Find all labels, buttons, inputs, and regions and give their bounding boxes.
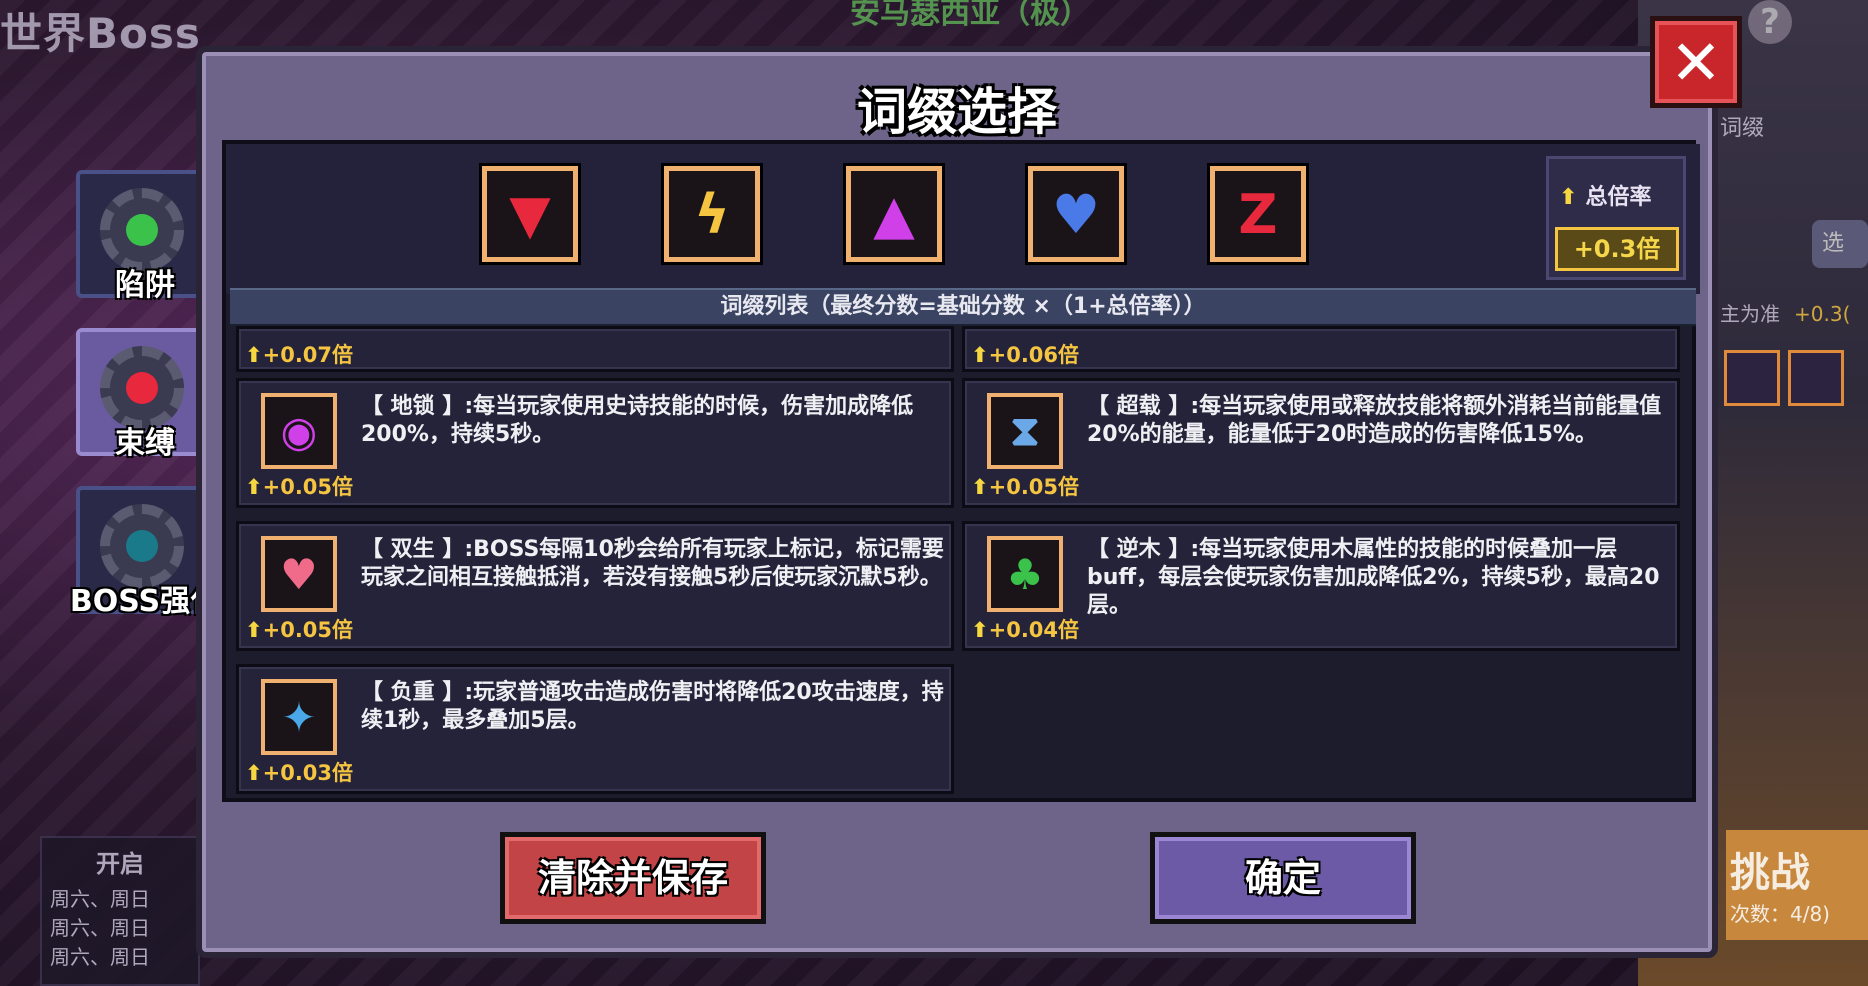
rule-label: 主为准 — [1720, 302, 1780, 326]
broken-heart-icon: ♥ — [1051, 182, 1101, 246]
clear-and-save-button[interactable]: 清除并保存 — [500, 832, 766, 924]
multiplier-label-text: 总倍率 — [1585, 185, 1652, 210]
select-button[interactable]: 选 — [1812, 220, 1868, 268]
tree-icon: ♣ — [987, 536, 1063, 612]
affix-list[interactable]: ⬆+0.07倍 ⬆+0.06倍 ◉ 【 地锁 】:每当玩家使用史诗技能的时候，伤… — [236, 326, 1690, 796]
affix-card-reverse-wood[interactable]: ♣ 【 逆木 】:每当玩家使用木属性的技能的时候叠加一层buff，每层会使玩家伤… — [962, 521, 1680, 651]
modal-title: 词缀选择 — [857, 83, 1057, 141]
background-affix-icons — [1724, 350, 1844, 406]
affix-bonus: ⬆+0.04倍 — [971, 614, 1079, 644]
tab-trap[interactable]: 陷阱 — [76, 170, 204, 303]
schedule-row: 周六、周日 — [50, 887, 150, 911]
rule-value: +0.3( — [1794, 302, 1851, 326]
affix-slot-5[interactable]: Z — [1210, 166, 1306, 262]
bg-affix-icon — [1724, 350, 1780, 406]
affix-bonus-value: +0.03倍 — [262, 761, 354, 785]
affix-description: 【 负重 】:玩家普通攻击造成伤害时将降低20攻击速度，持续1秒，最多叠加5层。 — [361, 680, 944, 733]
multiplier-value: +0.3倍 — [1555, 227, 1679, 271]
down-arrow-icon: ▼ — [509, 182, 551, 246]
challenge-count: 次数：4/8) — [1730, 902, 1830, 926]
affix-bonus: ⬆+0.03倍 — [245, 757, 353, 787]
affix-slot-3[interactable]: ▲ — [846, 166, 942, 262]
multiplier-label: ⬆ 总倍率 — [1559, 179, 1685, 211]
affix-card-burden[interactable]: ✦ 【 负重 】:玩家普通攻击造成伤害时将降低20攻击速度，持续1秒，最多叠加5… — [236, 664, 954, 794]
affix-bonus-value: +0.05倍 — [988, 475, 1080, 499]
up-arrow-icon: ⬆ — [245, 761, 263, 785]
schedule-row: 周六、周日 — [50, 916, 150, 940]
affix-card-partial[interactable]: ⬆+0.07倍 — [236, 326, 954, 372]
schedule-panel: 开启 周六、周日 周六、周日 周六、周日 — [40, 836, 200, 986]
total-multiplier-box: ⬆ 总倍率 +0.3倍 — [1546, 156, 1686, 280]
affix-description: 【 逆木 】:每当玩家使用木属性的技能的时候叠加一层buff，每层会使玩家伤害加… — [1087, 537, 1660, 618]
schedule-header: 开启 — [96, 850, 144, 878]
affix-bonus-value: +0.06倍 — [988, 343, 1080, 367]
affix-card-twin[interactable]: ♥ 【 双生 】:BOSS每隔10秒会给所有玩家上标记，标记需要玩家之间相互接触… — [236, 521, 954, 651]
affix-slot-1[interactable]: ▼ — [482, 166, 578, 262]
red-rune-icon: Z — [1238, 182, 1278, 246]
tab-bind[interactable]: 束缚 — [76, 328, 204, 461]
affix-bonus: ⬆+0.05倍 — [245, 471, 353, 501]
up-arrow-icon: ⬆ — [971, 475, 989, 499]
bg-affix-icon — [1788, 350, 1844, 406]
tab-boss-enhance[interactable]: BOSS强化 — [70, 486, 220, 619]
affix-bonus-value: +0.05倍 — [262, 618, 354, 642]
challenge-button[interactable]: 挑战 次数：4/8) — [1726, 830, 1868, 940]
affix-slot-4[interactable]: ♥ — [1028, 166, 1124, 262]
boss-name: 安马瑟西亚（极） — [850, 0, 1090, 31]
up-arrow-icon: ▲ — [873, 182, 915, 246]
affix-bonus: ⬆+0.07倍 — [245, 339, 353, 369]
affix-bonus-value: +0.07倍 — [262, 343, 354, 367]
close-button[interactable]: ✕ — [1650, 16, 1742, 108]
affix-description: 【 超载 】:每当玩家使用或释放技能将额外消耗当前能量值20%的能量，能量低于2… — [1087, 394, 1662, 447]
affix-panel: ▼ ϟ ▲ ♥ Z ⬆ 总倍率 +0.3倍 词缀列表（最终分数=基础分数 ×（1+… — [222, 140, 1700, 802]
confirm-button[interactable]: 确定 — [1150, 832, 1416, 924]
affix-card-ground-lock[interactable]: ◉ 【 地锁 】:每当玩家使用史诗技能的时候，伤害加成降低200%，持续5秒。 … — [236, 378, 954, 508]
affix-bonus: ⬆+0.05倍 — [245, 614, 353, 644]
schedule-row: 周六、周日 — [50, 945, 150, 969]
lightning-icon: ϟ — [694, 182, 730, 246]
up-arrow-icon: ⬆ — [245, 343, 263, 367]
up-arrow-icon: ⬆ — [971, 343, 989, 367]
trap-core-icon — [126, 214, 158, 246]
affix-bonus: ⬆+0.05倍 — [971, 471, 1079, 501]
bind-core-icon — [126, 372, 158, 404]
affix-description: 【 地锁 】:每当玩家使用史诗技能的时候，伤害加成降低200%，持续5秒。 — [361, 394, 914, 447]
page-title: 世界Boss — [0, 9, 201, 58]
affix-card-overload[interactable]: ⧗ 【 超载 】:每当玩家使用或释放技能将额外消耗当前能量值20%的能量，能量低… — [962, 378, 1680, 508]
selected-affix-row: ▼ ϟ ▲ ♥ Z ⬆ 总倍率 +0.3倍 — [226, 144, 1700, 294]
up-arrow-icon: ⬆ — [971, 618, 989, 642]
close-icon: ✕ — [1670, 25, 1722, 99]
challenge-label: 挑战 — [1730, 850, 1810, 896]
up-arrow-icon: ⬆ — [245, 618, 263, 642]
affix-bonus-value: +0.05倍 — [262, 475, 354, 499]
rule-text: 主为准 +0.3( — [1720, 298, 1850, 327]
affix-card-partial[interactable]: ⬆+0.06倍 — [962, 326, 1680, 372]
help-icon[interactable]: ? — [1748, 0, 1792, 44]
up-arrow-icon: ⬆ — [1559, 185, 1578, 210]
affix-tab-label: 词缀 — [1720, 116, 1765, 141]
affix-bonus-value: +0.04倍 — [988, 618, 1080, 642]
heart-split-icon: ♥ — [261, 536, 337, 612]
boss-core-icon — [126, 530, 158, 562]
affix-description: 【 双生 】:BOSS每隔10秒会给所有玩家上标记，标记需要玩家之间相互接触抵消… — [361, 537, 944, 590]
hourglass-icon: ⧗ — [987, 393, 1063, 469]
up-arrow-icon: ⬆ — [245, 475, 263, 499]
ground-lock-icon: ◉ — [261, 393, 337, 469]
weight-icon: ✦ — [261, 679, 337, 755]
formula-bar: 词缀列表（最终分数=基础分数 ×（1+总倍率）） — [230, 288, 1696, 326]
affix-slot-2[interactable]: ϟ — [664, 166, 760, 262]
affix-bonus: ⬆+0.06倍 — [971, 339, 1079, 369]
